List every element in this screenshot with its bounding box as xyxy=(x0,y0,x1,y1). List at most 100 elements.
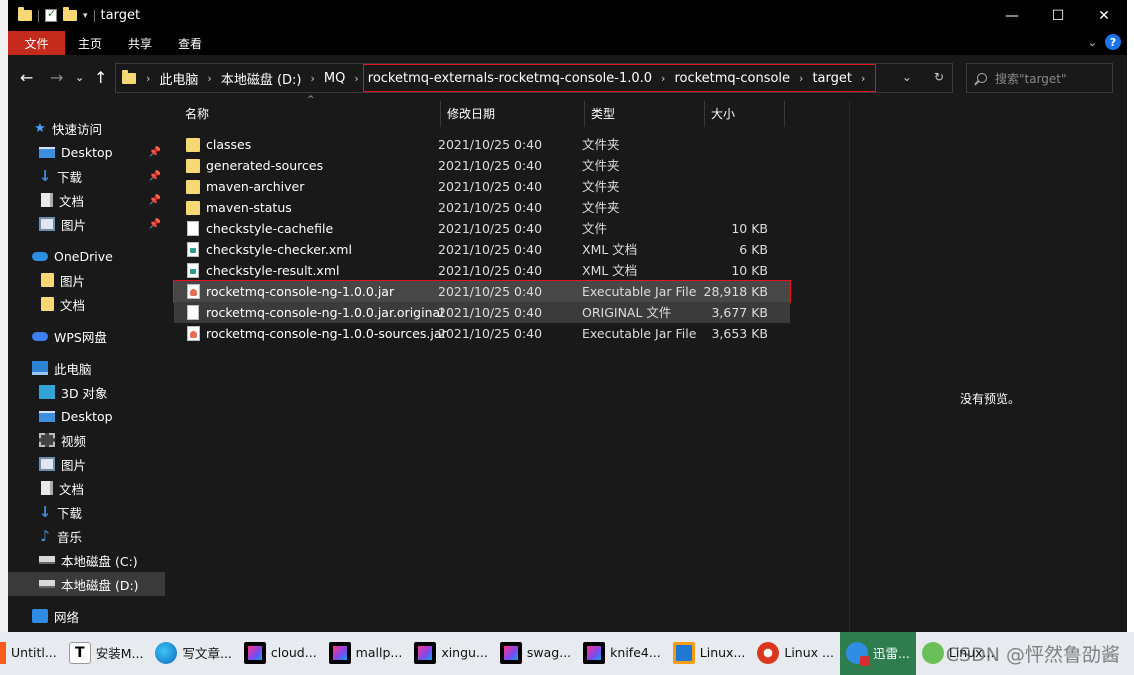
sidebar-item-videos[interactable]: 视频 xyxy=(8,428,165,452)
breadcrumb-separator[interactable]: › xyxy=(311,72,315,85)
taskbar-item[interactable]: Linux... xyxy=(667,632,752,675)
tab-view[interactable]: 查看 xyxy=(165,31,215,55)
wps-cloud-icon xyxy=(32,331,48,341)
file-date: 2021/10/25 0:40 xyxy=(438,137,543,152)
taskbar-item[interactable]: cloud... xyxy=(238,632,323,675)
sidebar-item-label: 3D 对象 xyxy=(61,385,108,401)
sidebar-item-desktop[interactable]: Desktop 📌 xyxy=(8,140,165,164)
folder-icon xyxy=(41,297,54,311)
breadcrumb-separator[interactable]: › xyxy=(861,72,865,85)
sidebar-item-label: Desktop xyxy=(61,144,113,160)
sidebar-item-pictures[interactable]: 图片 📌 xyxy=(8,212,165,236)
taskbar-item[interactable]: xingu... xyxy=(408,632,494,675)
help-icon[interactable]: ? xyxy=(1105,34,1121,50)
file-size: 3,677 KB xyxy=(711,305,768,320)
customize-toolbar-caret-icon[interactable]: ▾ xyxy=(83,11,88,21)
this-pc-icon xyxy=(32,361,48,375)
sidebar-item-pc-downloads[interactable]: ↓ 下载 xyxy=(8,500,165,524)
download-icon: ↓ xyxy=(38,503,52,521)
sidebar-item-3d-objects[interactable]: 3D 对象 xyxy=(8,380,165,404)
new-folder-icon[interactable] xyxy=(63,7,77,21)
desktop-icon xyxy=(39,410,55,422)
file-row[interactable]: checkstyle-cachefile 2021/10/25 0:40 文件 … xyxy=(182,218,782,239)
taskbar-item[interactable]: Untitl... xyxy=(0,632,63,675)
tab-home[interactable]: 主页 xyxy=(65,31,115,55)
breadcrumb-this-pc[interactable]: 此电脑 xyxy=(159,69,198,88)
taskbar-item[interactable]: T 安装M... xyxy=(63,632,150,675)
file-row[interactable]: checkstyle-result.xml 2021/10/25 0:40 XM… xyxy=(182,260,782,281)
vm-icon xyxy=(672,641,695,664)
file-row[interactable]: checkstyle-checker.xml 2021/10/25 0:40 X… xyxy=(182,239,782,260)
taskbar-item[interactable]: mallp... xyxy=(323,632,409,675)
window-controls: — ☐ ✕ xyxy=(989,0,1127,31)
breadcrumb-target[interactable]: target xyxy=(812,71,852,86)
tab-file[interactable]: 文件 xyxy=(8,31,65,55)
maximize-button[interactable]: ☐ xyxy=(1035,0,1081,31)
properties-icon[interactable] xyxy=(45,7,57,22)
sidebar-item-label: 图片 xyxy=(61,217,87,233)
download-icon: ↓ xyxy=(38,167,52,185)
breadcrumb-separator[interactable]: › xyxy=(799,72,803,85)
breadcrumb-rocketmq-console[interactable]: rocketmq-console xyxy=(674,71,790,86)
breadcrumb-mq[interactable]: MQ xyxy=(324,71,345,86)
taskbar-item[interactable]: knife4... xyxy=(577,632,667,675)
intellij-icon xyxy=(328,641,351,664)
sidebar-item-pc-desktop[interactable]: Desktop xyxy=(8,404,165,428)
file-row-selected[interactable]: rocketmq-console-ng-1.0.0.jar 2021/10/25… xyxy=(173,280,791,303)
sidebar-item-drive-d[interactable]: 本地磁盘 (D:) xyxy=(8,572,165,596)
sidebar-item-downloads[interactable]: ↓ 下载 📌 xyxy=(8,164,165,188)
file-row[interactable]: maven-archiver 2021/10/25 0:40 文件夹 xyxy=(182,176,782,197)
sidebar-item-onedrive-pictures[interactable]: 图片 xyxy=(8,268,165,292)
refresh-icon[interactable]: ↻ xyxy=(934,70,944,84)
back-arrow-icon[interactable]: ← xyxy=(20,68,33,87)
forward-arrow-icon[interactable]: → xyxy=(50,68,63,87)
sidebar-item-network[interactable]: 网络 xyxy=(8,604,165,628)
expand-ribbon-chevron-icon[interactable]: ⌄ xyxy=(1088,36,1097,49)
column-header-name[interactable]: 名称 xyxy=(179,101,441,127)
title-bar: ▾ target — ☐ ✕ xyxy=(8,0,1127,31)
column-header-date[interactable]: 修改日期 xyxy=(441,101,585,127)
sidebar-item-onedrive-documents[interactable]: 文档 xyxy=(8,292,165,316)
typora-icon: T xyxy=(68,641,91,664)
breadcrumb-separator[interactable]: › xyxy=(354,72,358,85)
file-row[interactable]: classes 2021/10/25 0:40 文件夹 xyxy=(182,134,782,155)
file-row-selected[interactable]: rocketmq-console-ng-1.0.0.jar.original 2… xyxy=(174,302,790,323)
breadcrumb-rocketmq-externals[interactable]: rocketmq-externals-rocketmq-console-1.0.… xyxy=(368,71,652,86)
minimize-button[interactable]: — xyxy=(989,0,1035,31)
sidebar-item-pc-pictures[interactable]: 图片 xyxy=(8,452,165,476)
taskbar-item[interactable]: Linux ... xyxy=(751,632,840,675)
sidebar-item-this-pc[interactable]: 此电脑 xyxy=(8,356,165,380)
recent-locations-chevron-icon[interactable]: ⌄ xyxy=(75,71,84,84)
breadcrumb-separator[interactable]: › xyxy=(207,72,211,85)
breadcrumb-separator: › xyxy=(146,71,151,85)
sidebar-item-wps-cloud[interactable]: WPS网盘 xyxy=(8,324,165,348)
file-row[interactable]: rocketmq-console-ng-1.0.0-sources.jar 20… xyxy=(182,323,782,344)
file-row[interactable]: maven-status 2021/10/25 0:40 文件夹 xyxy=(182,197,782,218)
sidebar-item-label: 文档 xyxy=(60,297,86,313)
close-button[interactable]: ✕ xyxy=(1081,0,1127,31)
breadcrumb-drive-d[interactable]: 本地磁盘 (D:) xyxy=(221,69,302,88)
sidebar-item-music[interactable]: ♪ 音乐 xyxy=(8,524,165,548)
breadcrumb-separator[interactable]: › xyxy=(661,72,665,85)
column-header-type[interactable]: 类型 xyxy=(585,101,705,127)
taskbar-item[interactable]: 写文章... xyxy=(149,632,237,675)
sidebar-item-drive-c[interactable]: 本地磁盘 (C:) xyxy=(8,548,165,572)
sidebar-item-label: 音乐 xyxy=(57,529,83,545)
file-row[interactable]: generated-sources 2021/10/25 0:40 文件夹 xyxy=(182,155,782,176)
address-bar[interactable]: › 此电脑 › 本地磁盘 (D:) › MQ › rocketmq-extern… xyxy=(115,63,953,93)
sidebar-item-quick-access[interactable]: ★ 快速访问 xyxy=(8,116,165,140)
tab-share[interactable]: 共享 xyxy=(115,31,165,55)
taskbar-item[interactable]: swag... xyxy=(494,632,577,675)
sidebar-item-onedrive[interactable]: OneDrive xyxy=(8,244,165,268)
search-box[interactable]: 搜索"target" xyxy=(966,63,1113,93)
up-arrow-icon[interactable]: ↑ xyxy=(94,68,107,87)
column-header-size[interactable]: 大小 xyxy=(705,101,785,127)
document-icon xyxy=(41,193,53,207)
file-type: 文件夹 xyxy=(582,179,620,194)
ribbon-controls: ⌄ ? xyxy=(1088,34,1121,50)
history-dropdown-chevron-icon[interactable]: ⌄ xyxy=(902,70,912,84)
taskbar-item-label: 迅雷... xyxy=(872,646,910,661)
sidebar-item-documents[interactable]: 文档 📌 xyxy=(8,188,165,212)
sidebar-item-pc-documents[interactable]: 文档 xyxy=(8,476,165,500)
taskbar-item-active[interactable]: 迅雷... xyxy=(839,632,916,675)
